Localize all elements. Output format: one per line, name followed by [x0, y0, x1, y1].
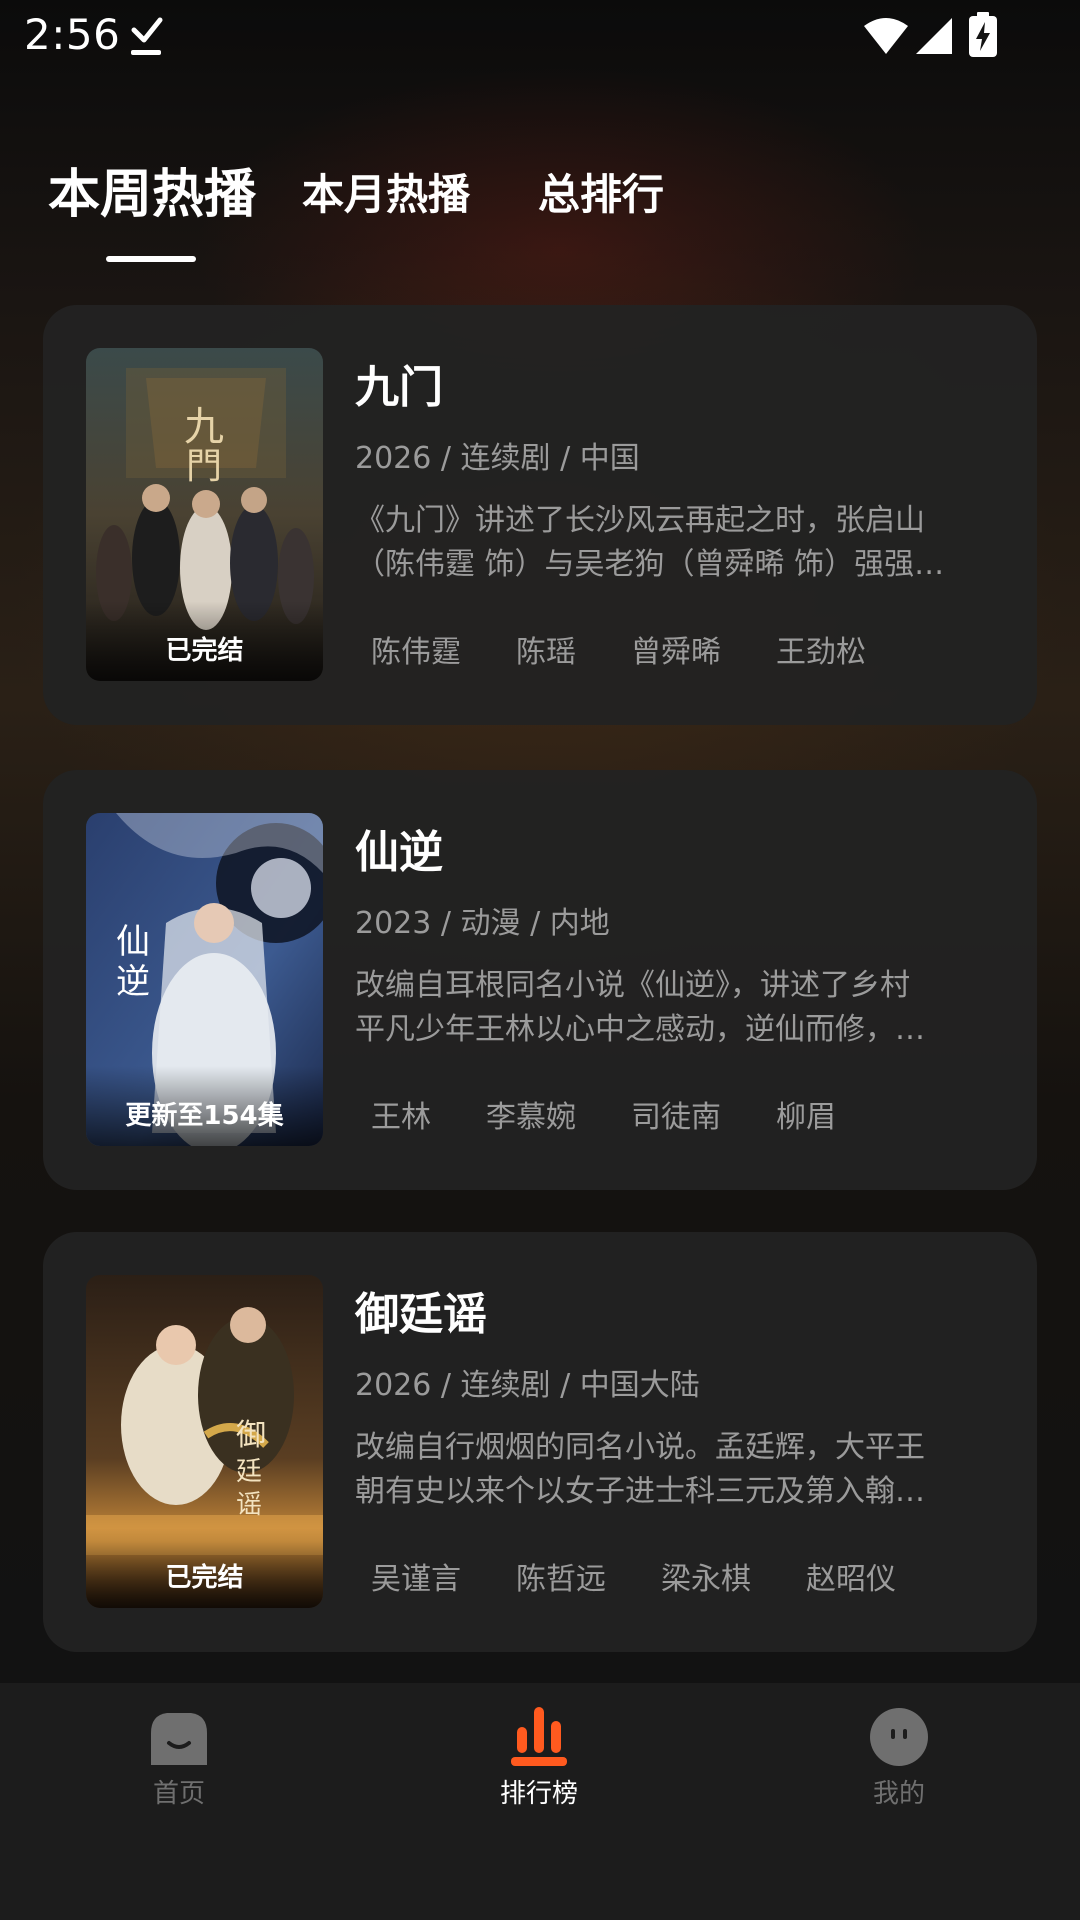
- poster-status-text: 已完结: [165, 1563, 244, 1593]
- profile-icon: [870, 1708, 928, 1766]
- home-icon: [151, 1713, 207, 1765]
- wifi-icon: [864, 18, 908, 54]
- ranking-tabs: 本周热播 本月热播 总排行: [0, 150, 1080, 270]
- actor-name[interactable]: 陈瑶: [516, 627, 576, 671]
- svg-text:仙: 仙: [116, 922, 150, 962]
- show-description: 改编自耳根同名小说《仙逆》，讲述了乡村 平凡少年王林以心中之感动，逆仙而修，…: [355, 964, 1003, 1052]
- poster-image[interactable]: 御 廷 谣 已完结: [86, 1275, 323, 1608]
- tab-active-indicator: [106, 256, 196, 262]
- show-meta: 2023 / 动漫 / 内地: [355, 906, 610, 941]
- status-bar: 2:56: [0, 0, 1080, 72]
- tab-monthly[interactable]: 本月热播: [302, 150, 470, 240]
- show-title[interactable]: 仙逆: [355, 816, 443, 880]
- description-line: 朝有史以来个以女子进士科三元及第入翰…: [355, 1474, 925, 1509]
- status-time: 2:56: [24, 10, 121, 59]
- show-title[interactable]: 御廷谣: [355, 1278, 487, 1342]
- download-complete-icon: [131, 17, 163, 55]
- battery-charging-icon: [969, 12, 997, 57]
- actor-name[interactable]: 曾舜晞: [631, 627, 721, 671]
- show-card[interactable]: 九 門 已完结 九门 2026 / 连续剧 / 中国 《九门》讲述了长沙风云再起…: [43, 305, 1037, 725]
- actor-name[interactable]: 赵昭仪: [806, 1554, 896, 1598]
- tab-overall[interactable]: 总排行: [538, 150, 664, 240]
- nav-home-label: 首页: [152, 1779, 205, 1809]
- actor-name[interactable]: 柳眉: [776, 1092, 836, 1136]
- tab-weekly[interactable]: 本周热播: [48, 150, 256, 240]
- actor-list: 王林 李慕婉 司徒南 柳眉: [371, 1092, 836, 1136]
- show-card[interactable]: 仙 逆 更新至154集 仙逆 2023 / 动漫 / 内地 改编自耳根同名小说《…: [43, 770, 1037, 1190]
- show-meta: 2026 / 连续剧 / 中国大陆: [355, 1368, 700, 1403]
- nav-ranking[interactable]: 排行榜: [439, 1707, 639, 1827]
- nav-ranking-label: 排行榜: [499, 1779, 578, 1809]
- actor-name[interactable]: 陈哲远: [516, 1554, 606, 1598]
- actor-list: 吴谨言 陈哲远 梁永棋 赵昭仪: [371, 1554, 896, 1598]
- actor-name[interactable]: 王劲松: [776, 627, 866, 671]
- svg-text:谣: 谣: [236, 1490, 262, 1520]
- actor-name[interactable]: 司徒南: [631, 1092, 721, 1136]
- poster-status-badge: 已完结: [86, 601, 323, 681]
- show-description: 改编自行烟烟的同名小说。孟廷辉，大平王 朝有史以来个以女子进士科三元及第入翰…: [355, 1426, 1003, 1514]
- poster-status-badge: 更新至154集: [86, 1066, 323, 1146]
- description-line: 《九门》讲述了长沙风云再起之时，张启山: [355, 503, 925, 538]
- poster-image[interactable]: 九 門 已完结: [86, 348, 323, 681]
- description-line: 平凡少年王林以心中之感动，逆仙而修，…: [355, 1012, 925, 1047]
- svg-text:廷: 廷: [236, 1457, 262, 1487]
- show-card[interactable]: 御 廷 谣 已完结 御廷谣 2026 / 连续剧 / 中国大陆 改编自行烟烟的同…: [43, 1232, 1037, 1652]
- poster-status-text: 更新至154集: [125, 1101, 284, 1131]
- description-line: 改编自耳根同名小说《仙逆》，讲述了乡村: [355, 968, 910, 1003]
- actor-name[interactable]: 吴谨言: [371, 1554, 461, 1598]
- show-description: 《九门》讲述了长沙风云再起之时，张启山 （陈伟霆 饰）与吴老狗（曾舜晞 饰）强强…: [355, 499, 1003, 587]
- show-title[interactable]: 九门: [355, 351, 443, 415]
- poster-status-badge: 已完结: [86, 1528, 323, 1608]
- actor-name[interactable]: 陈伟霆: [371, 627, 461, 671]
- description-line: （陈伟霆 饰）与吴老狗（曾舜晞 饰）强强…: [355, 547, 945, 582]
- svg-text:九: 九: [184, 404, 224, 450]
- svg-text:逆: 逆: [116, 962, 150, 1002]
- svg-text:門: 門: [186, 446, 222, 487]
- poster-status-text: 已完结: [165, 636, 244, 666]
- bottom-navigation: 首页 排行榜 我的: [0, 1683, 1080, 1920]
- description-line: 改编自行烟烟的同名小说。孟廷辉，大平王: [355, 1430, 925, 1465]
- show-meta: 2026 / 连续剧 / 中国: [355, 441, 640, 476]
- actor-name[interactable]: 李慕婉: [486, 1092, 576, 1136]
- nav-home[interactable]: 首页: [79, 1707, 279, 1827]
- actor-name[interactable]: 梁永棋: [661, 1554, 751, 1598]
- poster-image[interactable]: 仙 逆 更新至154集: [86, 813, 323, 1146]
- actor-list: 陈伟霆 陈瑶 曾舜晞 王劲松: [371, 627, 866, 671]
- nav-mine[interactable]: 我的: [799, 1707, 999, 1827]
- ranking-screen: 2:56 本周热播 本月热播 总排行 九 門 已完结 九门 2026 / 连续剧…: [0, 0, 1080, 1920]
- ranking-icon: [511, 1707, 567, 1766]
- svg-text:御: 御: [236, 1418, 266, 1453]
- actor-name[interactable]: 王林: [371, 1092, 431, 1136]
- cell-signal-icon: [916, 18, 952, 54]
- nav-mine-label: 我的: [872, 1779, 925, 1809]
